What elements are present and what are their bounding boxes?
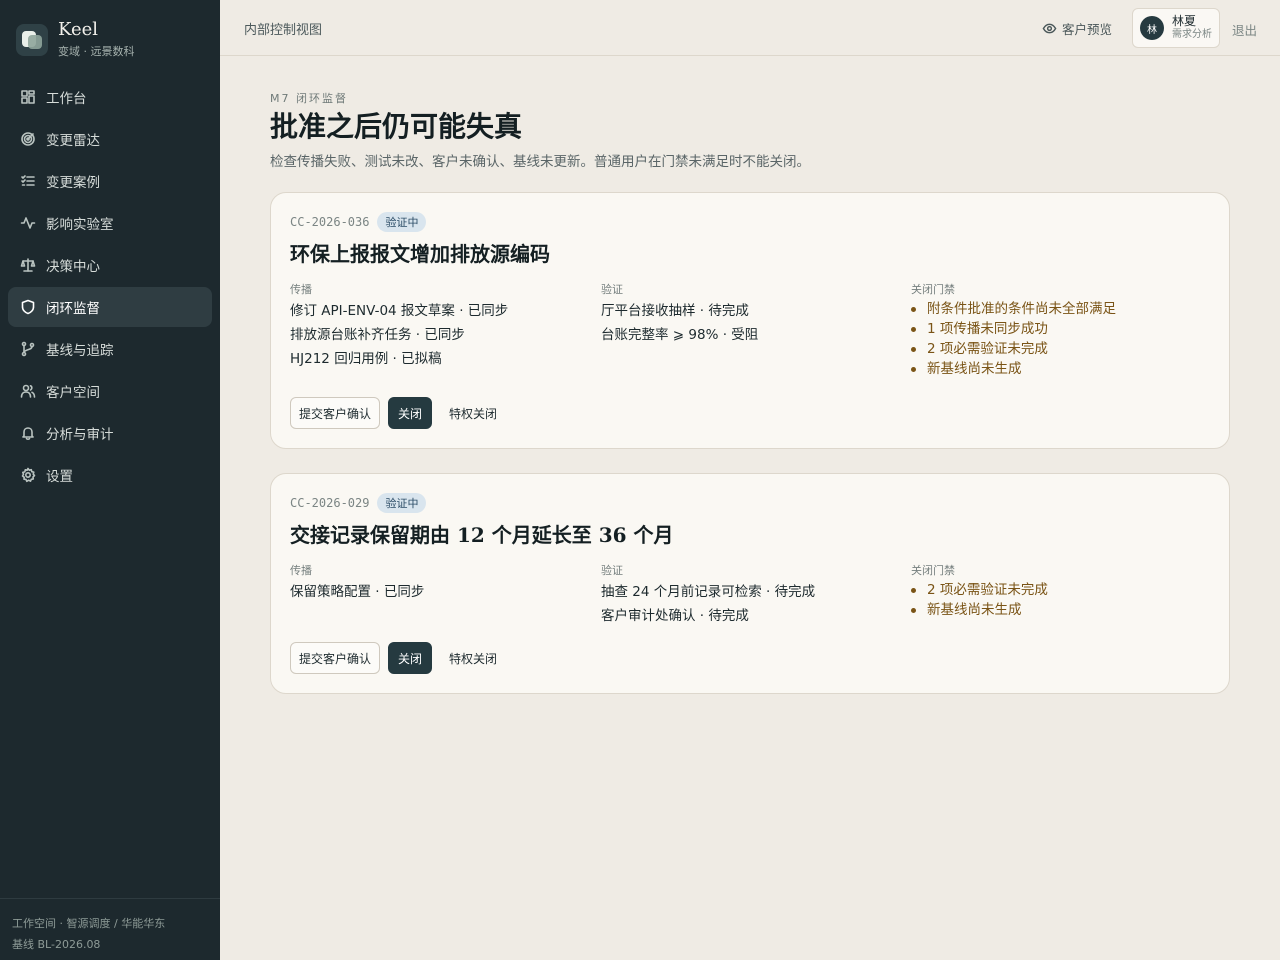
sidebar-item-decision-center[interactable]: 决策中心: [8, 245, 212, 285]
brand-subtitle: 变域 · 远景数科: [58, 45, 135, 58]
sidebar-item-closed-loop[interactable]: 闭环监督: [8, 287, 212, 327]
sidebar-item-label: 工作台: [46, 91, 87, 107]
gate-column: 关闭门禁 2 项必需验证未完成 新基线尚未生成: [911, 562, 1211, 620]
gate-list: 2 项必需验证未完成 新基线尚未生成: [911, 580, 1211, 620]
gate-item: 新基线尚未生成: [911, 600, 1211, 620]
checklist-icon: [21, 175, 35, 186]
gate-label: 关闭门禁: [911, 283, 955, 296]
sidebar-item-customer-space[interactable]: 客户空间: [8, 371, 212, 411]
close-button[interactable]: 关闭: [388, 397, 432, 429]
verification-label: 验证: [601, 564, 623, 577]
sidebar-nav: 工作台 变更雷达 变更案例 影响实验室 决策中心 闭环监督 基线与追踪 客户空间…: [8, 77, 212, 497]
section-kicker: M7 闭环监督: [270, 92, 348, 105]
page-title: 批准之后仍可能失真: [270, 110, 523, 143]
customer-preview-label: 客户预览: [1062, 22, 1113, 37]
view-title: 内部控制视图: [244, 23, 323, 38]
workspace-info: 工作空间 · 智源调度 / 华能华东: [12, 917, 166, 930]
gate-label: 关闭门禁: [911, 564, 955, 577]
bell-icon: [22, 427, 34, 441]
gate-item: 附条件批准的条件尚未全部满足: [911, 299, 1211, 319]
submit-customer-confirm-button[interactable]: 提交客户确认: [290, 642, 380, 674]
gear-icon: [21, 467, 36, 483]
user-role: 需求分析: [1172, 29, 1212, 40]
user-menu[interactable]: 林 林夏 需求分析: [1132, 8, 1220, 48]
scale-icon: [20, 258, 36, 272]
top-bar: 内部控制视图 客户预览 林 林夏 需求分析 退出: [220, 0, 1280, 56]
propagation-column: 传播 保留策略配置 · 已同步: [290, 562, 590, 604]
sidebar-item-label: 变更雷达: [46, 133, 100, 149]
close-button[interactable]: 关闭: [388, 642, 432, 674]
gate-list: 附条件批准的条件尚未全部满足 1 项传播未同步成功 2 项必需验证未完成 新基线…: [911, 299, 1211, 379]
eye-icon: [1042, 23, 1057, 34]
verification-item: 客户审计处确认 · 待完成: [601, 608, 749, 624]
keel-logo-icon: [16, 23, 48, 56]
change-id: CC-2026-036: [290, 215, 370, 229]
branch-icon: [21, 341, 35, 357]
propagation-label: 传播: [290, 564, 312, 577]
users-icon: [20, 384, 36, 398]
sidebar-item-label: 客户空间: [46, 385, 100, 401]
sidebar-item-label: 变更案例: [46, 175, 100, 191]
verification-column: 验证 抽查 24 个月前记录可检索 · 待完成 客户审计处确认 · 待完成: [601, 562, 901, 628]
status-badge: 验证中: [377, 212, 427, 232]
avatar: 林: [1140, 16, 1164, 40]
radar-icon: [21, 132, 35, 146]
gate-item: 新基线尚未生成: [911, 359, 1211, 379]
change-title: 环保上报报文增加排放源编码: [290, 242, 550, 266]
sidebar-item-baseline-trace[interactable]: 基线与追踪: [8, 329, 212, 369]
status-badge: 验证中: [377, 493, 427, 513]
dashboard-icon: [21, 90, 35, 104]
verification-item: 抽查 24 个月前记录可检索 · 待完成: [601, 584, 816, 600]
sidebar-item-change-cases[interactable]: 变更案例: [8, 161, 212, 201]
propagation-item: HJ212 回归用例 · 已拟稿: [290, 351, 442, 367]
sidebar-item-settings[interactable]: 设置: [8, 455, 212, 495]
page-description: 检查传播失败、测试未改、客户未确认、基线未更新。普通用户在门禁未满足时不能关闭。: [270, 154, 810, 170]
verification-column: 验证 厅平台接收抽样 · 待完成 台账完整率 ⩾ 98% · 受阻: [601, 281, 901, 347]
privileged-close-button[interactable]: 特权关闭: [440, 642, 506, 674]
logout-button[interactable]: 退出: [1232, 20, 1257, 39]
propagation-column: 传播 修订 API-ENV-04 报文草案 · 已同步 排放源台账补齐任务 · …: [290, 281, 590, 371]
sidebar-item-label: 决策中心: [46, 259, 100, 275]
propagation-item: 排放源台账补齐任务 · 已同步: [290, 327, 465, 343]
gate-item: 2 项必需验证未完成: [911, 580, 1211, 600]
sidebar: Keel 变域 · 远景数科 工作台 变更雷达 变更案例 影响实验室 决策中心 …: [0, 0, 220, 960]
verification-item: 厅平台接收抽样 · 待完成: [601, 303, 749, 319]
brand-name: Keel: [58, 19, 99, 40]
sidebar-item-label: 闭环监督: [46, 301, 100, 317]
gate-column: 关闭门禁 附条件批准的条件尚未全部满足 1 项传播未同步成功 2 项必需验证未完…: [911, 281, 1211, 379]
sidebar-item-label: 分析与审计: [46, 427, 114, 443]
brand[interactable]: Keel 变域 · 远景数科: [16, 20, 135, 59]
change-title: 交接记录保留期由 12 个月延长至 36 个月: [290, 523, 674, 547]
privileged-close-button[interactable]: 特权关闭: [440, 397, 506, 429]
sidebar-item-impact-lab[interactable]: 影响实验室: [8, 203, 212, 243]
propagation-item: 修订 API-ENV-04 报文草案 · 已同步: [290, 303, 509, 319]
baseline-info: 基线 BL-2026.08: [12, 938, 101, 951]
activity-icon: [20, 217, 36, 229]
propagation-label: 传播: [290, 283, 312, 296]
propagation-item: 保留策略配置 · 已同步: [290, 584, 425, 600]
sidebar-item-analysis-audit[interactable]: 分析与审计: [8, 413, 212, 453]
sidebar-item-label: 影响实验室: [46, 217, 114, 233]
sidebar-item-change-radar[interactable]: 变更雷达: [8, 119, 212, 159]
verification-label: 验证: [601, 283, 623, 296]
shield-icon: [21, 299, 35, 315]
gate-item: 2 项必需验证未完成: [911, 339, 1211, 359]
sidebar-item-workbench[interactable]: 工作台: [8, 77, 212, 117]
change-id: CC-2026-029: [290, 496, 370, 510]
sidebar-item-label: 设置: [46, 469, 73, 485]
change-card: CC-2026-029 验证中 交接记录保留期由 12 个月延长至 36 个月 …: [270, 473, 1230, 694]
change-card: CC-2026-036 验证中 环保上报报文增加排放源编码 传播 修订 API-…: [270, 192, 1230, 449]
sidebar-item-label: 基线与追踪: [46, 343, 114, 359]
sidebar-footer: 工作空间 · 智源调度 / 华能华东 基线 BL-2026.08: [0, 898, 220, 960]
submit-customer-confirm-button[interactable]: 提交客户确认: [290, 397, 380, 429]
customer-preview-button[interactable]: 客户预览: [1042, 19, 1112, 38]
gate-item: 1 项传播未同步成功: [911, 319, 1211, 339]
verification-item: 台账完整率 ⩾ 98% · 受阻: [601, 327, 759, 343]
user-name: 林夏: [1172, 14, 1197, 28]
